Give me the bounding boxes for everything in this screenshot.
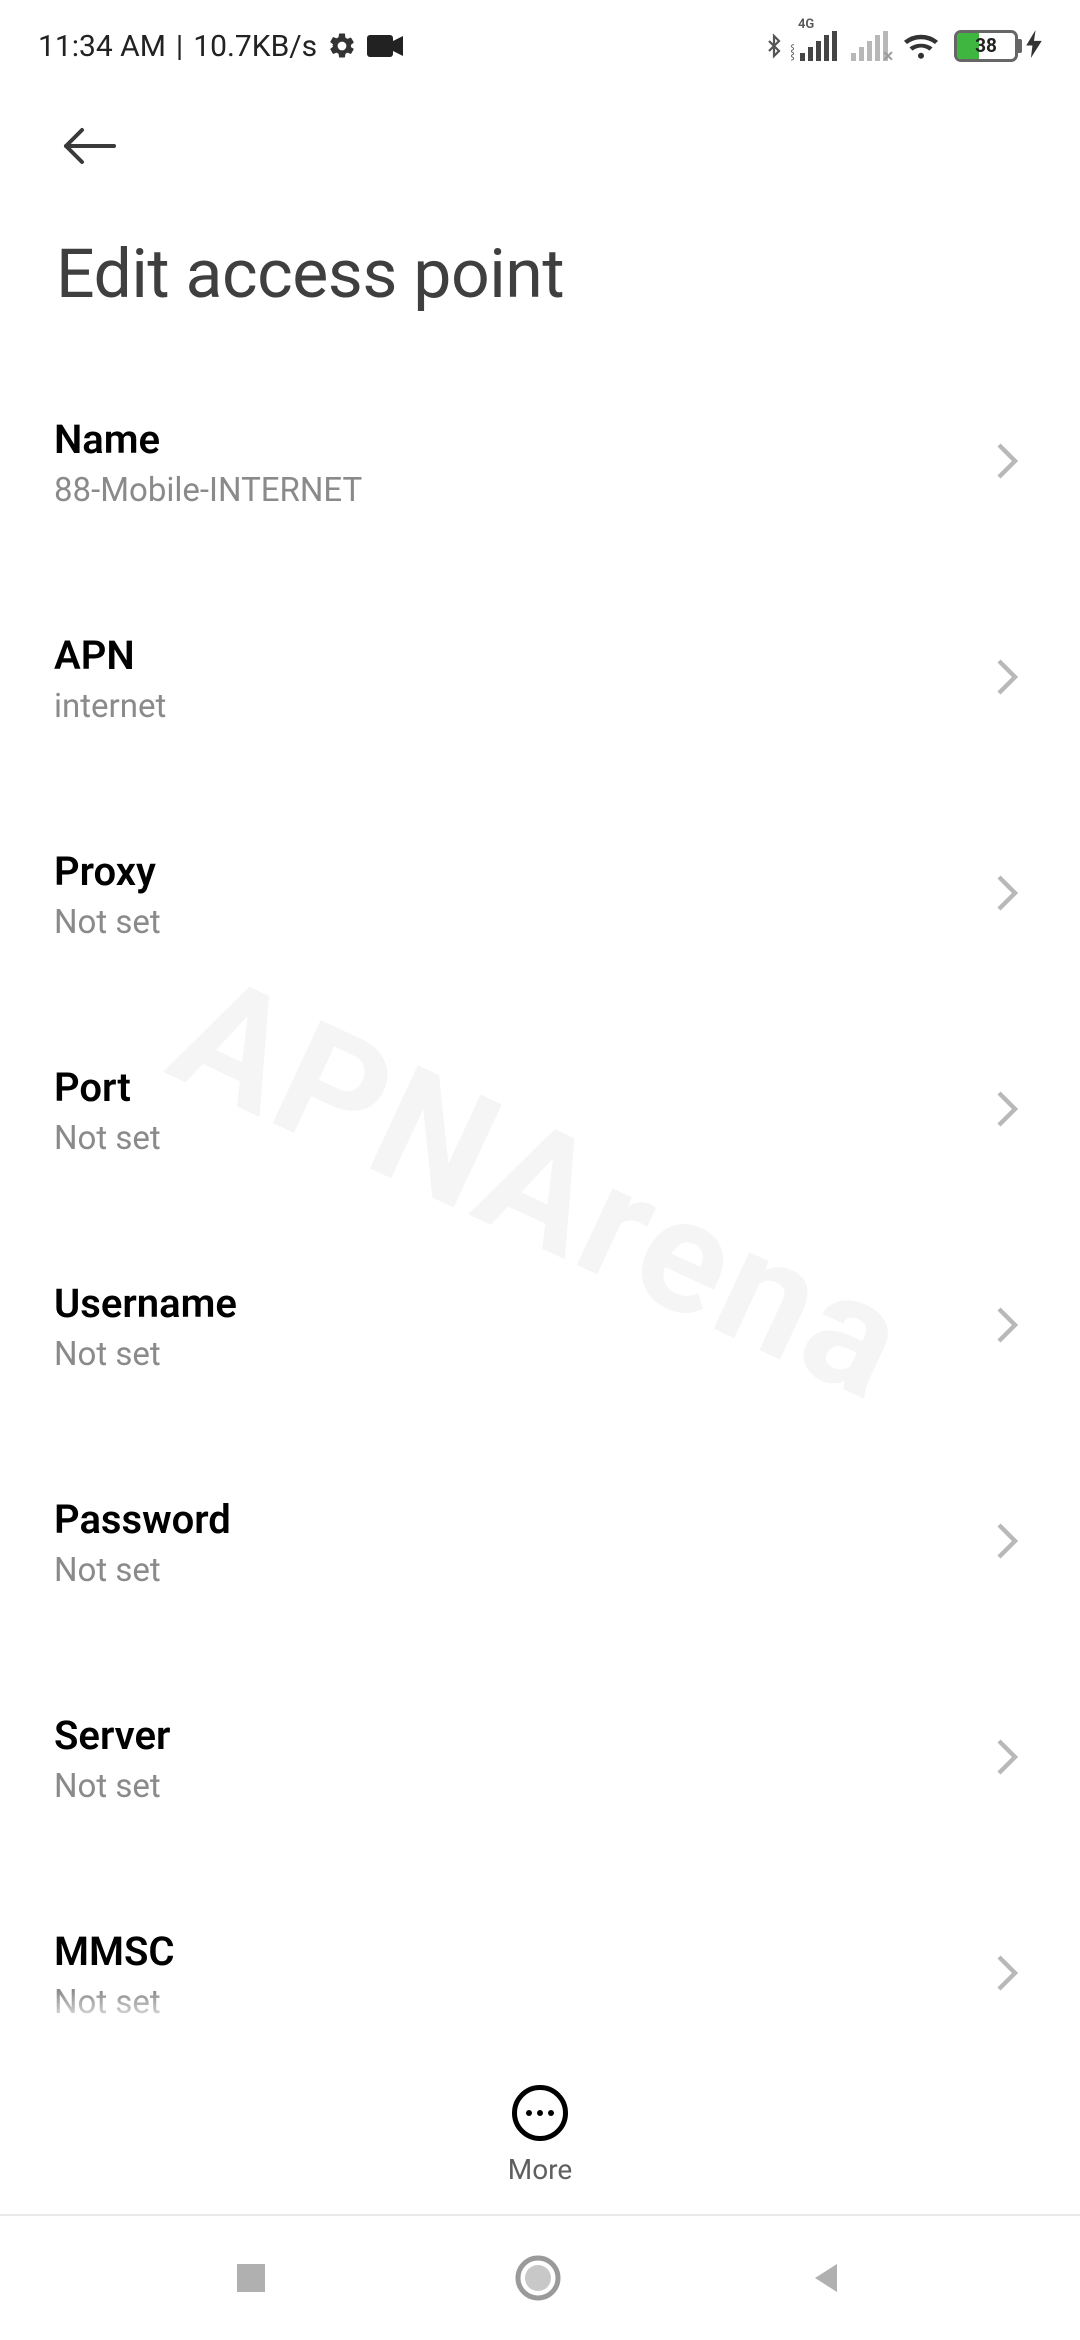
status-left: 11:34 AM | 10.7KB/s bbox=[38, 29, 403, 64]
battery-icon: 38 bbox=[954, 30, 1042, 62]
nav-home-button[interactable] bbox=[514, 2254, 562, 2302]
charging-icon bbox=[1026, 30, 1042, 62]
triangle-back-icon bbox=[807, 2258, 847, 2298]
back-button[interactable] bbox=[54, 110, 126, 182]
field-label: Proxy bbox=[54, 848, 161, 895]
square-icon bbox=[233, 2260, 269, 2296]
back-arrow-icon bbox=[62, 126, 118, 166]
field-label: APN bbox=[54, 632, 166, 679]
field-name[interactable]: Name 88-Mobile-INTERNET bbox=[54, 382, 1026, 544]
settings-list: Name 88-Mobile-INTERNET APN internet Pro… bbox=[0, 382, 1080, 2272]
field-label: MMSC bbox=[54, 1928, 175, 1975]
more-label: More bbox=[508, 2153, 573, 2186]
field-username[interactable]: Username Not set bbox=[54, 1246, 1026, 1408]
chevron-right-icon bbox=[994, 1953, 1020, 1997]
field-value: Not set bbox=[54, 1551, 231, 1590]
chevron-right-icon bbox=[994, 1089, 1020, 1133]
chevron-right-icon bbox=[994, 657, 1020, 701]
gear-icon bbox=[327, 31, 357, 61]
bluetooth-icon bbox=[762, 29, 786, 63]
wifi-icon bbox=[902, 31, 940, 61]
vibrate-icon: ⸾ bbox=[790, 42, 795, 61]
chevron-right-icon bbox=[994, 1305, 1020, 1349]
field-value: Not set bbox=[54, 903, 161, 942]
field-label: Username bbox=[54, 1280, 237, 1327]
field-label: Name bbox=[54, 416, 362, 463]
more-button[interactable]: More bbox=[0, 2085, 1080, 2186]
more-icon bbox=[512, 2085, 568, 2141]
status-time: 11:34 AM bbox=[38, 29, 166, 64]
chevron-right-icon bbox=[994, 1521, 1020, 1565]
field-server[interactable]: Server Not set bbox=[54, 1678, 1026, 1840]
field-password[interactable]: Password Not set bbox=[54, 1462, 1026, 1624]
circle-icon bbox=[514, 2254, 562, 2302]
field-port[interactable]: Port Not set bbox=[54, 1030, 1026, 1192]
field-apn[interactable]: APN internet bbox=[54, 598, 1026, 760]
field-value: Not set bbox=[54, 1335, 237, 1374]
chevron-right-icon bbox=[994, 1737, 1020, 1781]
nav-bar bbox=[0, 2216, 1080, 2340]
signal-sim1-icon: 4G ⸾ bbox=[800, 31, 837, 61]
status-speed: 10.7KB/s bbox=[193, 29, 317, 64]
status-right: 4G ⸾ ✕ 38 bbox=[762, 29, 1042, 63]
chevron-right-icon bbox=[994, 873, 1020, 917]
field-value: Not set bbox=[54, 1983, 175, 2022]
header: Edit access point bbox=[0, 92, 1080, 314]
battery-percent: 38 bbox=[957, 33, 1015, 59]
field-value: 88-Mobile-INTERNET bbox=[54, 471, 362, 510]
bottom-bar: More bbox=[0, 2030, 1080, 2340]
signal-sim2-icon: ✕ bbox=[851, 31, 888, 61]
nav-recents-button[interactable] bbox=[233, 2260, 269, 2296]
no-sim-icon: ✕ bbox=[882, 49, 894, 65]
field-label: Server bbox=[54, 1712, 170, 1759]
status-bar: 11:34 AM | 10.7KB/s 4G ⸾ ✕ 38 bbox=[0, 0, 1080, 92]
field-label: Password bbox=[54, 1496, 231, 1543]
field-value: Not set bbox=[54, 1119, 161, 1158]
field-value: Not set bbox=[54, 1767, 170, 1806]
field-value: internet bbox=[54, 687, 166, 726]
status-separator: | bbox=[176, 29, 183, 64]
chevron-right-icon bbox=[994, 441, 1020, 485]
signal-4g-badge: 4G bbox=[798, 17, 814, 32]
field-proxy[interactable]: Proxy Not set bbox=[54, 814, 1026, 976]
page-title: Edit access point bbox=[56, 234, 1026, 314]
field-label: Port bbox=[54, 1064, 161, 1111]
camera-icon bbox=[367, 33, 403, 59]
nav-back-button[interactable] bbox=[807, 2258, 847, 2298]
